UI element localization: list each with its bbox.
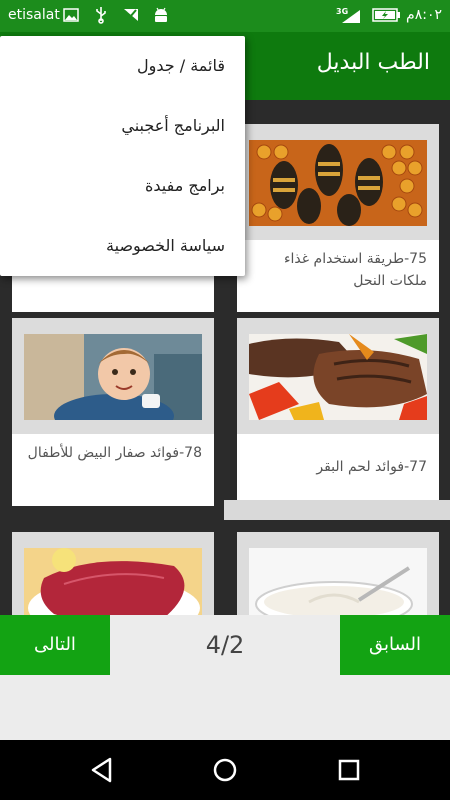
overflow-menu: قائمة / جدول البرنامج أعجبني برامج مفيدة…	[0, 36, 245, 276]
recents-icon[interactable]	[333, 754, 365, 786]
divider-bar	[224, 500, 450, 520]
menu-item-privacy-policy[interactable]: سياسة الخصوصية	[5, 216, 225, 276]
menu-item-list-table[interactable]: قائمة / جدول	[5, 36, 225, 96]
back-icon[interactable]	[86, 754, 118, 786]
beef-steak-image	[249, 334, 427, 420]
article-card[interactable]: 77-فوائد لحم البقر	[237, 318, 439, 506]
card-caption: 75-طريقة استخدام غذاء ملكات النحل	[283, 251, 427, 289]
carrier-name: etisalat	[8, 7, 60, 23]
android-icon	[152, 6, 170, 24]
card-image-frame	[12, 318, 214, 434]
clock: ٨:٠٢م	[406, 7, 442, 23]
menu-item-like-app[interactable]: البرنامج أعجبني	[5, 96, 225, 156]
next-button[interactable]: التالى	[0, 615, 110, 675]
card-image-frame	[237, 532, 439, 615]
card-caption: 77-فوائد لحم البقر	[316, 459, 427, 475]
article-card[interactable]: 78-فوائد صفار البيض للأطفال	[12, 318, 214, 506]
battery-charging-icon	[372, 6, 402, 24]
status-bar: etisalat 3G ٨:٠٢م	[0, 0, 450, 32]
card-image-frame	[12, 532, 214, 615]
article-card[interactable]: 75-طريقة استخدام غذاء ملكات النحل	[237, 124, 439, 312]
signal-3g-icon: 3G	[336, 6, 362, 24]
raw-meat-image	[24, 548, 202, 615]
usb-icon	[92, 6, 110, 24]
article-card[interactable]	[237, 532, 439, 615]
card-caption: 78-فوائد صفار البيض للأطفال	[27, 445, 202, 461]
pager: التالى 4/2 السابق	[0, 615, 450, 740]
image-notification-icon	[62, 6, 80, 24]
child-eating-image	[24, 334, 202, 420]
home-icon[interactable]	[209, 754, 241, 786]
menu-item-useful-apps[interactable]: برامج مفيدة	[5, 156, 225, 216]
honey-bees-image	[249, 140, 427, 226]
article-card[interactable]	[12, 532, 214, 615]
previous-button[interactable]: السابق	[340, 615, 450, 675]
card-image-frame	[237, 318, 439, 434]
app-title: الطب البديل	[316, 50, 430, 75]
card-image-frame	[237, 124, 439, 240]
svg-text:3G: 3G	[336, 7, 348, 16]
system-nav-bar	[0, 740, 450, 800]
yogurt-bowl-image	[249, 548, 427, 615]
download-done-icon	[122, 6, 140, 24]
page-indicator: 4/2	[205, 631, 245, 659]
